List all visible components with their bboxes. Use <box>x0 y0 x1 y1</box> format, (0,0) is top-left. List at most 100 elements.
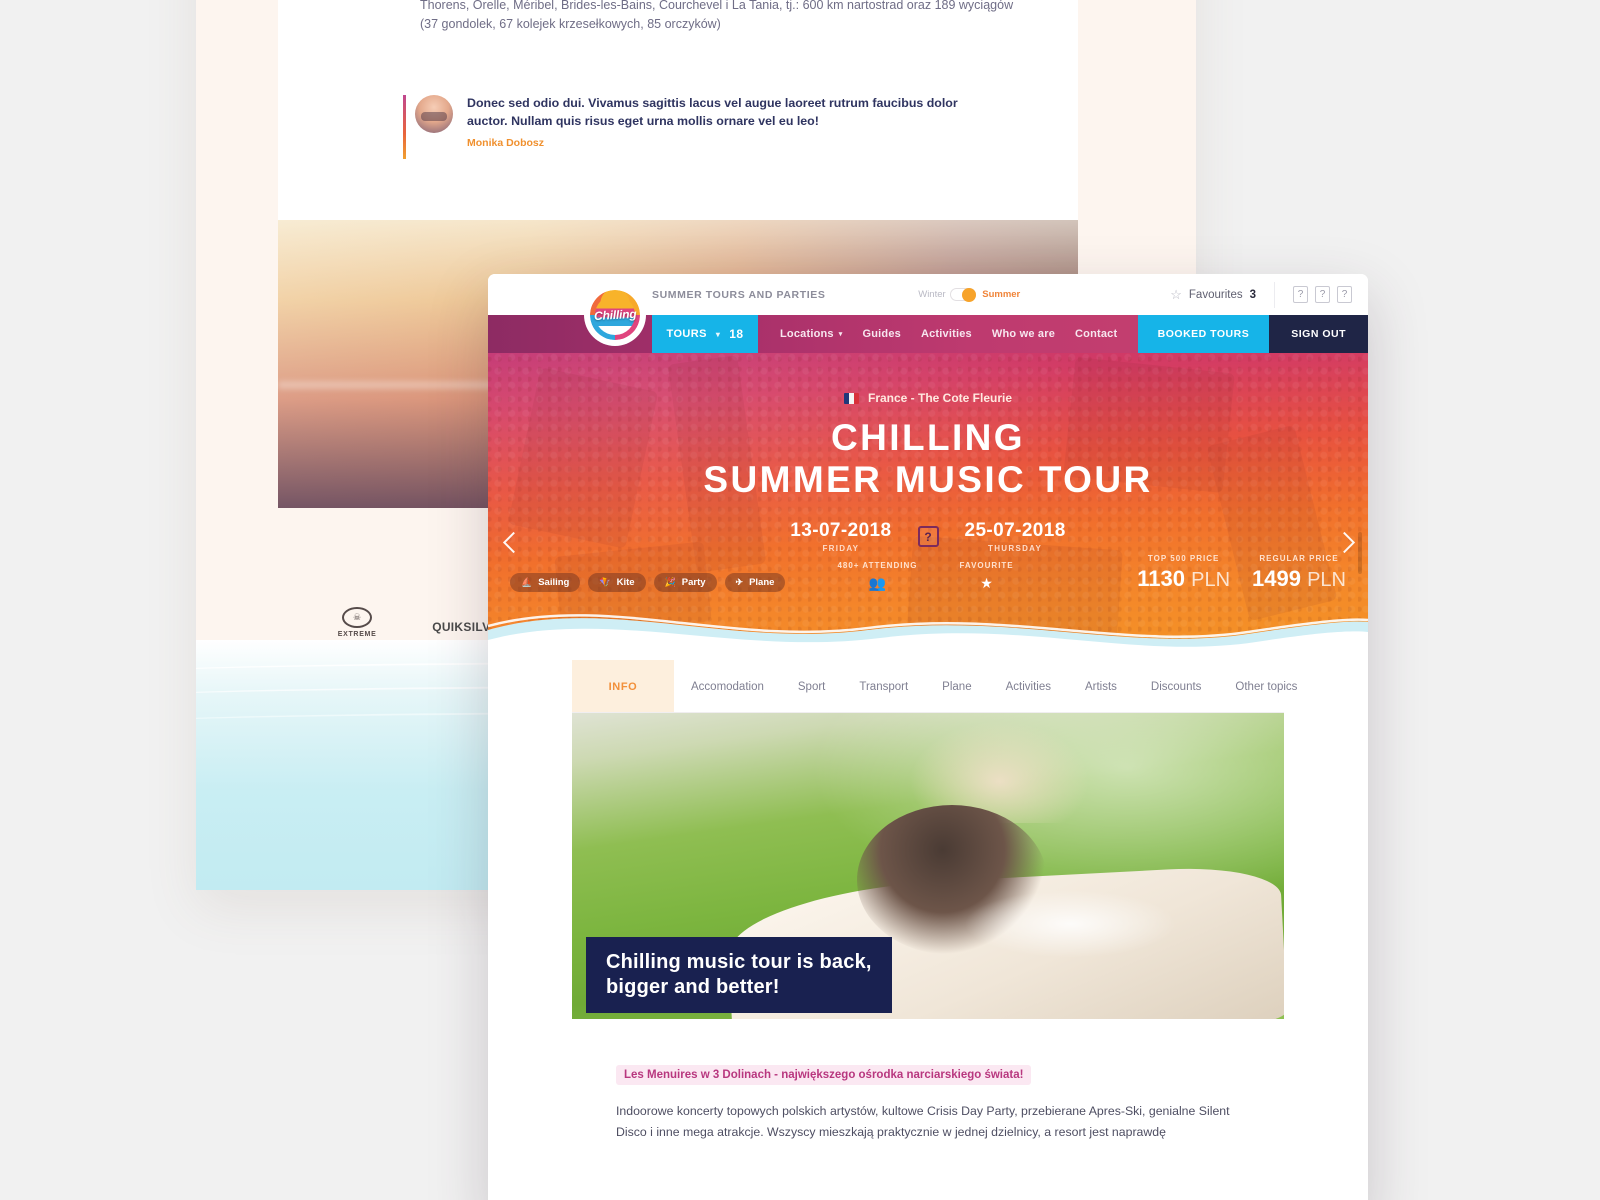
sunburst-badge-icon: Chilling <box>590 290 640 340</box>
scrollbar-thumb[interactable] <box>1358 532 1362 574</box>
hero-wave-divider <box>488 590 1368 660</box>
booked-tours-button[interactable]: BOOKED TOURS <box>1137 315 1270 353</box>
season-toggle[interactable]: Winter Summer <box>918 288 1021 302</box>
nav-tours-button[interactable]: TOURS ▾ 18 <box>652 315 758 353</box>
content-tabs: INFO Accomodation Sport Transport Plane … <box>488 660 1368 713</box>
hero-date-separator-icon: ? <box>917 526 939 547</box>
tab-accomodation[interactable]: Accomodation <box>674 660 781 713</box>
tab-sport[interactable]: Sport <box>781 660 843 713</box>
hero-banner: France - The Cote Fleurie CHILLING SUMME… <box>488 353 1368 660</box>
hero-date-start-day: FRIDAY <box>822 544 860 553</box>
tab-transport[interactable]: Transport <box>842 660 925 713</box>
testimonial-quote: Donec sed odio dui. Vivamus sagittis lac… <box>467 96 958 128</box>
nav-item-locations[interactable]: Locations ▾ <box>780 328 842 340</box>
hero-country: France - The Cote Fleurie <box>488 391 1368 405</box>
article-highlight: Les Menuires w 3 Dolinach - największego… <box>616 1065 1032 1085</box>
article-paragraph: Indoorowe koncerty topowych polskich art… <box>616 1104 1230 1140</box>
favourites-label: Favourites <box>1188 288 1243 301</box>
logo-wordmark: Chilling <box>593 306 637 324</box>
nav-item-locations-label: Locations <box>780 328 834 340</box>
hero-footer-row: ⛵ Sailing 🪁 Kite 🎉 Party ✈ Plane 480+ AT… <box>488 554 1368 592</box>
france-flag-icon <box>843 392 859 404</box>
screenshot-stage: Thorens, Orelle, Méribel, Brides-les-Bai… <box>0 0 1600 1200</box>
nav-item-who-we-are[interactable]: Who we are <box>992 328 1055 340</box>
hero-date-end-value: 25-07-2018 <box>964 520 1066 541</box>
regular-price-value: 1499 <box>1252 566 1301 591</box>
favourite-label: FAVOURITE <box>959 561 1014 570</box>
favourites-link[interactable]: ☆ Favourites 3 <box>1170 287 1274 303</box>
tab-info[interactable]: INFO <box>572 660 674 713</box>
browser-window: Chilling SUMMER TOURS AND PARTIES Winter… <box>488 274 1368 1200</box>
testimonial-block: Donec sed odio dui. Vivamus sagittis lac… <box>403 95 963 159</box>
hero-next-arrow[interactable] <box>1330 531 1356 557</box>
utility-icon-group: ? ? ? <box>1274 281 1368 308</box>
testimonial-author: Monika Dobosz <box>467 136 545 149</box>
season-summer-label: Summer <box>982 288 1021 300</box>
hero-country-label: France - The Cote Fleurie <box>867 391 1013 405</box>
tag-sailing-label: Sailing <box>538 577 570 588</box>
hero-meta: 480+ ATTENDING 👥 FAVOURITE ★ <box>837 561 1013 592</box>
feature-photo-caption: Chilling music tour is back, bigger and … <box>586 937 892 1013</box>
sponsor-extreme-name: EXTREME <box>337 631 377 638</box>
tab-plane[interactable]: Plane <box>925 660 988 713</box>
tag-plane-label: Plane <box>749 577 775 588</box>
plane-icon: ✈ <box>735 577 744 587</box>
kite-icon: 🪁 <box>599 577 611 587</box>
regular-price-currency: PLN <box>1307 569 1346 591</box>
background-intro-text: Thorens, Orelle, Méribel, Brides-les-Bai… <box>420 0 1014 32</box>
tab-discounts[interactable]: Discounts <box>1134 660 1219 713</box>
photo-cone <box>600 835 740 945</box>
article-body: Les Menuires w 3 Dolinach - największego… <box>488 1019 1368 1144</box>
sailboat-icon: ⛵ <box>521 577 533 587</box>
hero-date-start: 13-07-2018 FRIDAY <box>790 520 891 553</box>
nav-item-contact[interactable]: Contact <box>1075 328 1117 340</box>
season-toggle-switch[interactable] <box>950 288 977 302</box>
content-area: Chilling music tour is back, bigger and … <box>488 713 1368 1019</box>
tab-other-topics[interactable]: Other topics <box>1218 660 1314 713</box>
star-icon: ☆ <box>1170 286 1182 302</box>
top-price-value: 1130 <box>1137 566 1185 591</box>
nav-item-activities[interactable]: Activities <box>921 328 972 340</box>
utility-icon-1[interactable]: ? <box>1293 286 1308 303</box>
top-price-currency: PLN <box>1191 569 1231 591</box>
hero-prev-arrow[interactable] <box>500 531 526 557</box>
hero-date-end: 25-07-2018 THURSDAY <box>965 520 1066 553</box>
top-price: TOP 500 PRICE 1130 PLN <box>1137 554 1230 592</box>
hero-prices: TOP 500 PRICE 1130 PLN REGULAR PRICE 149… <box>1137 554 1346 592</box>
testimonial-avatar <box>415 95 453 133</box>
tab-artists[interactable]: Artists <box>1068 660 1134 713</box>
favourite-action[interactable]: FAVOURITE ★ <box>959 561 1013 592</box>
sign-out-button[interactable]: SIGN OUT <box>1269 315 1368 353</box>
tag-party-label: Party <box>681 577 706 588</box>
hero-date-end-day: THURSDAY <box>988 544 1043 553</box>
hero-date-start-value: 13-07-2018 <box>790 520 892 541</box>
testimonial-accent-bar <box>403 95 406 159</box>
regular-price: REGULAR PRICE 1499 PLN <box>1252 554 1346 592</box>
top-price-label: TOP 500 PRICE <box>1147 554 1220 563</box>
utility-icon-2[interactable]: ? <box>1315 286 1330 303</box>
hero-title-line2: SUMMER MUSIC TOUR <box>703 459 1153 500</box>
nav-links: Locations ▾ Guides Activities Who we are… <box>758 315 1117 353</box>
nav-tours-label: TOURS <box>666 328 707 340</box>
caption-line-2: bigger and better! <box>606 975 780 998</box>
tag-kite-label: Kite <box>616 577 635 588</box>
utility-icon-3[interactable]: ? <box>1337 286 1352 303</box>
feature-photo: Chilling music tour is back, bigger and … <box>572 713 1284 1019</box>
chevron-down-icon: ▾ <box>715 329 721 339</box>
attending-label: 480+ ATTENDING <box>837 561 918 570</box>
season-toggle-knob <box>962 288 977 302</box>
caption-line-1: Chilling music tour is back, <box>606 951 872 974</box>
photo-water-spray <box>963 890 1178 958</box>
nav-tours-count: 18 <box>729 327 744 341</box>
hero-dates: 13-07-2018 FRIDAY ? 25-07-2018 THURSDAY <box>488 520 1368 553</box>
party-icon: 🎉 <box>664 577 676 587</box>
chevron-down-icon: ▾ <box>838 331 843 338</box>
attending-stat: 480+ ATTENDING 👥 <box>837 561 917 592</box>
site-logo[interactable]: Chilling <box>584 284 646 346</box>
season-winter-label: Winter <box>918 288 946 300</box>
favourites-count: 3 <box>1249 288 1256 301</box>
hero-title-line1: CHILLING <box>831 417 1025 458</box>
tab-activities[interactable]: Activities <box>989 660 1068 713</box>
brand-tagline: SUMMER TOURS AND PARTIES <box>652 288 826 301</box>
nav-item-guides[interactable]: Guides <box>862 328 901 340</box>
